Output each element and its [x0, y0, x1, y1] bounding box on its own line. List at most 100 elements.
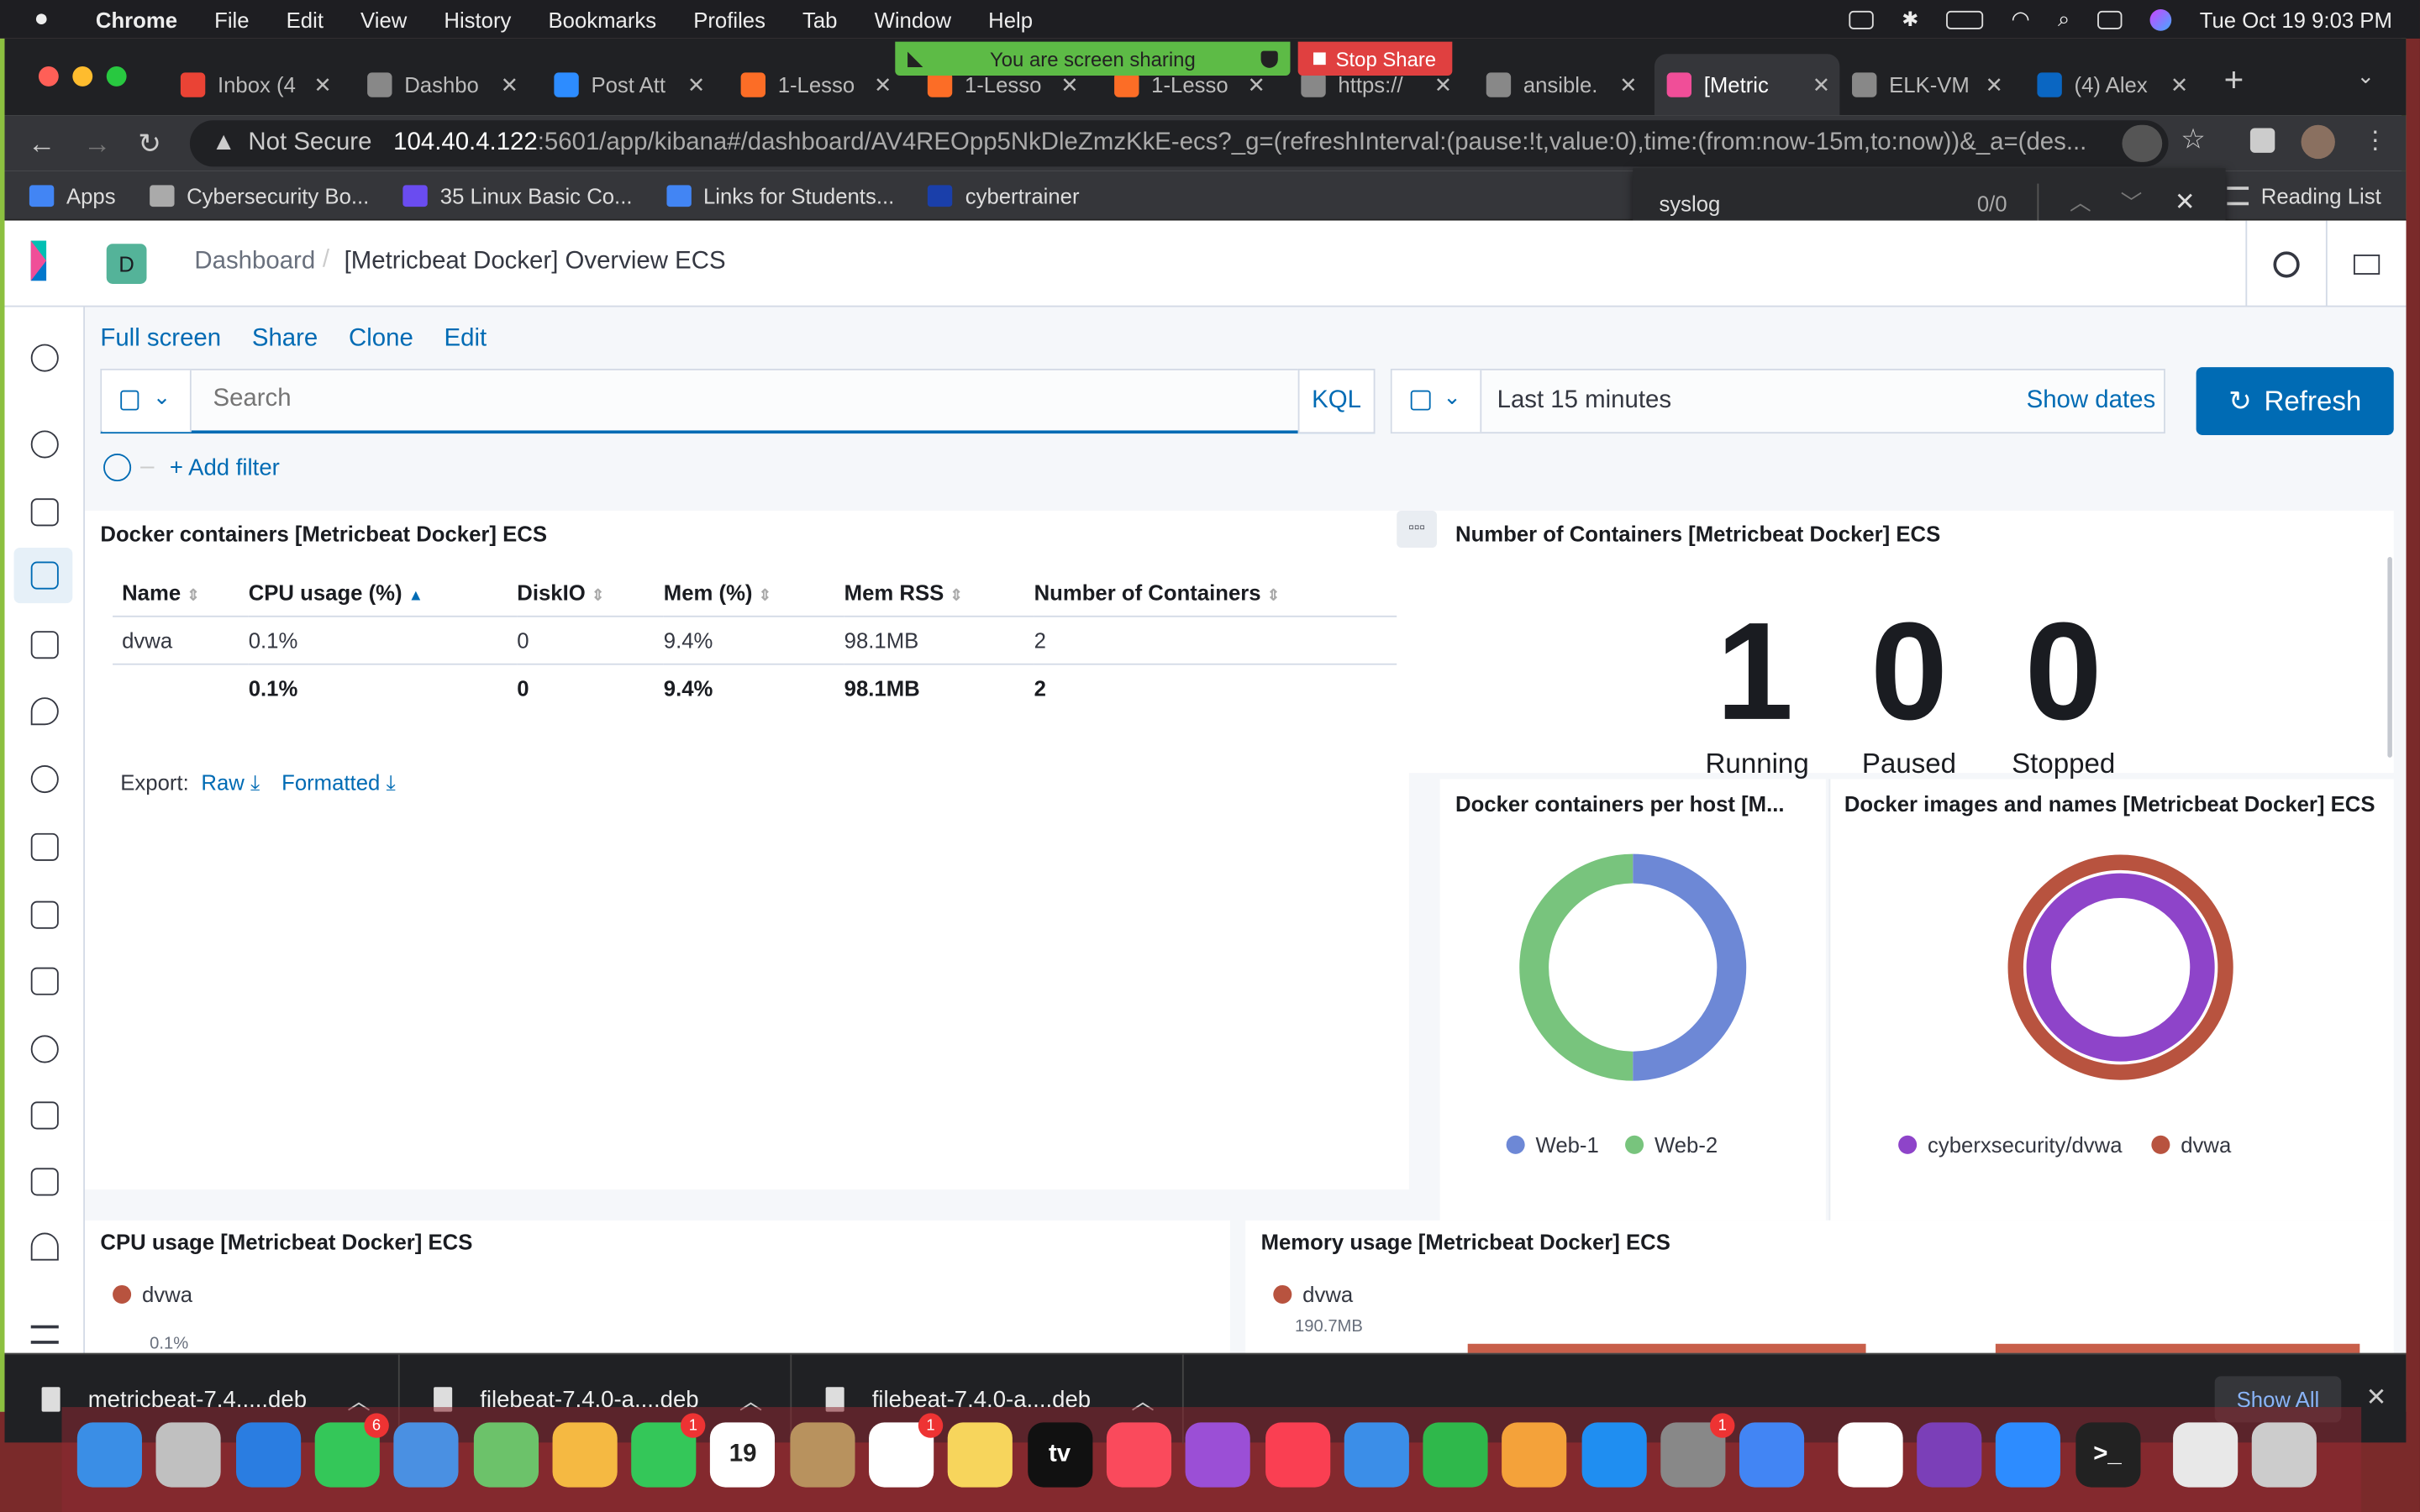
edit-link[interactable]: Edit: [445, 326, 487, 354]
tab-close-icon[interactable]: ✕: [874, 71, 892, 97]
legend-item-web-2[interactable]: Web-2: [1625, 1132, 1718, 1158]
monitoring-icon[interactable]: [30, 1232, 59, 1261]
dock-app-podcasts[interactable]: [1185, 1422, 1251, 1488]
memory-bar[interactable]: [1467, 1343, 1866, 1353]
browser-tab[interactable]: ELK-VM ✕: [1839, 54, 2012, 115]
legend-item-dvwa[interactable]: dvwa: [1273, 1282, 1353, 1307]
menu-tab[interactable]: Tab: [802, 7, 837, 31]
bookmark-item[interactable]: Apps: [29, 183, 116, 207]
minimize-window-button[interactable]: [72, 66, 93, 87]
column-header-name[interactable]: Name ⇕: [113, 570, 249, 616]
memory-bar[interactable]: [1995, 1343, 2360, 1353]
new-tab-button[interactable]: +: [2224, 60, 2244, 101]
column-header-diskio[interactable]: DiskIO ⇕: [517, 570, 663, 616]
dock-app-terminal[interactable]: >_: [2075, 1422, 2140, 1488]
dock-app-numbers[interactable]: [1423, 1422, 1488, 1488]
dock-app-onenote[interactable]: [1916, 1422, 1982, 1488]
control-center-icon[interactable]: [2097, 9, 2123, 29]
column-header-num-containers[interactable]: Number of Containers ⇕: [1034, 570, 1411, 616]
menu-bookmarks[interactable]: Bookmarks: [548, 7, 656, 31]
menu-app-name[interactable]: Chrome: [96, 7, 177, 31]
tab-close-icon[interactable]: ✕: [1248, 71, 1266, 97]
refresh-button[interactable]: ↻ Refresh: [2196, 367, 2394, 435]
close-window-button[interactable]: [38, 66, 59, 87]
dock-app-chrome[interactable]: [1739, 1422, 1805, 1488]
dock-app-contacts[interactable]: [789, 1422, 855, 1488]
browser-tab[interactable]: Inbox (4 ✕: [168, 54, 341, 115]
find-in-page-icon[interactable]: [2122, 124, 2163, 162]
tab-close-icon[interactable]: ✕: [313, 71, 332, 97]
browser-tab[interactable]: Dashbo ✕: [355, 54, 528, 115]
discover-compass-icon[interactable]: [30, 430, 59, 459]
siem-icon[interactable]: [30, 1101, 59, 1130]
bookmark-item[interactable]: Cybersecurity Bo...: [150, 183, 369, 207]
siri-icon[interactable]: [2149, 8, 2172, 30]
browser-tab[interactable]: [Metric ✕: [1654, 54, 1840, 116]
browser-tab[interactable]: Post Att ✕: [542, 54, 715, 115]
export-formatted-link[interactable]: Formatted ⤓: [281, 770, 396, 796]
tab-search-chevron-icon[interactable]: ⌄: [2357, 63, 2375, 89]
canvas-icon[interactable]: [30, 631, 59, 659]
column-header-mem-rss[interactable]: Mem RSS ⇕: [844, 570, 1034, 616]
dock-app-documents[interactable]: [2172, 1422, 2238, 1488]
visualize-icon[interactable]: [30, 498, 59, 527]
dev-tools-icon[interactable]: [30, 1168, 59, 1196]
saved-query-button[interactable]: ⌄: [102, 370, 192, 433]
tab-close-icon[interactable]: ✕: [1434, 71, 1453, 97]
menu-edit[interactable]: Edit: [287, 7, 324, 31]
clone-link[interactable]: Clone: [349, 326, 413, 354]
dock-app-photos[interactable]: [552, 1422, 618, 1488]
reading-list[interactable]: Reading List: [2227, 183, 2381, 207]
panel-scrollbar[interactable]: [2387, 557, 2392, 758]
dock-app-finder[interactable]: [76, 1422, 142, 1488]
dock-app-launchpad[interactable]: [156, 1422, 222, 1488]
back-arrow-icon[interactable]: ←: [24, 128, 60, 160]
menu-window[interactable]: Window: [875, 7, 951, 31]
browser-tab[interactable]: 1-Lesso ✕: [729, 54, 902, 115]
dock-app-calendar[interactable]: 19: [710, 1422, 776, 1488]
dock-app-music[interactable]: [1106, 1422, 1171, 1488]
zoom-status-icon[interactable]: [1849, 9, 1875, 29]
find-close-icon[interactable]: ✕: [2175, 186, 2196, 218]
tab-close-icon[interactable]: ✕: [1985, 71, 2003, 97]
menu-help[interactable]: Help: [988, 7, 1033, 31]
find-input[interactable]: syslog: [1659, 192, 1720, 216]
show-dates-link[interactable]: Show dates: [2027, 387, 2156, 415]
find-previous-icon[interactable]: ︿: [2070, 186, 2091, 218]
legend-item-dvwa[interactable]: dvwa: [113, 1282, 192, 1307]
close-shelf-icon[interactable]: ✕: [2366, 1383, 2387, 1414]
not-secure-label[interactable]: Not Secure: [248, 129, 371, 157]
bluetooth-icon[interactable]: ✱: [1902, 7, 1918, 31]
menu-history[interactable]: History: [444, 7, 511, 31]
tab-close-icon[interactable]: ✕: [687, 71, 706, 97]
add-filter-link[interactable]: + Add filter: [170, 454, 280, 480]
donut-ring-cyberxsecurity-dvwa[interactable]: [2026, 873, 2215, 1062]
dock-app-tv[interactable]: tv: [1027, 1422, 1092, 1488]
spotlight-search-icon[interactable]: ⌕: [2058, 6, 2070, 32]
dock-app-pages[interactable]: [1502, 1422, 1567, 1488]
newsfeed-mail-icon[interactable]: [2353, 255, 2381, 275]
recent-clock-icon[interactable]: [30, 344, 59, 372]
infrastructure-icon[interactable]: [30, 832, 59, 861]
space-avatar[interactable]: D: [106, 244, 147, 284]
bookmark-item[interactable]: 35 Linux Basic Co...: [402, 183, 633, 207]
tab-close-icon[interactable]: ✕: [2170, 71, 2189, 97]
quick-menu-button[interactable]: ⌄: [1392, 370, 1482, 433]
dock-app-system-preferences[interactable]: 1: [1660, 1413, 1735, 1488]
tab-close-icon[interactable]: ✕: [501, 71, 519, 97]
bookmark-item[interactable]: Links for Students...: [666, 183, 894, 207]
share-link[interactable]: Share: [252, 326, 318, 354]
filter-options-icon[interactable]: [103, 453, 132, 482]
profile-avatar[interactable]: [2301, 124, 2335, 160]
dock-app-app-store[interactable]: [1581, 1422, 1647, 1488]
browser-tab[interactable]: ansible. ✕: [1474, 54, 1647, 115]
menu-file[interactable]: File: [214, 7, 249, 31]
tab-close-icon[interactable]: ✕: [1812, 71, 1831, 97]
dock-app-notes[interactable]: [948, 1422, 1013, 1488]
uptime-icon[interactable]: [30, 1035, 59, 1063]
bookmark-star-icon[interactable]: ☆: [2181, 123, 2206, 156]
kql-toggle-button[interactable]: KQL: [1297, 368, 1376, 434]
search-input[interactable]: [194, 370, 1300, 429]
address-bar[interactable]: ▲ Not Secure 104.40.4.122 :5601/app/kiba…: [189, 120, 2169, 167]
export-raw-link[interactable]: Raw ⤓: [201, 770, 260, 796]
